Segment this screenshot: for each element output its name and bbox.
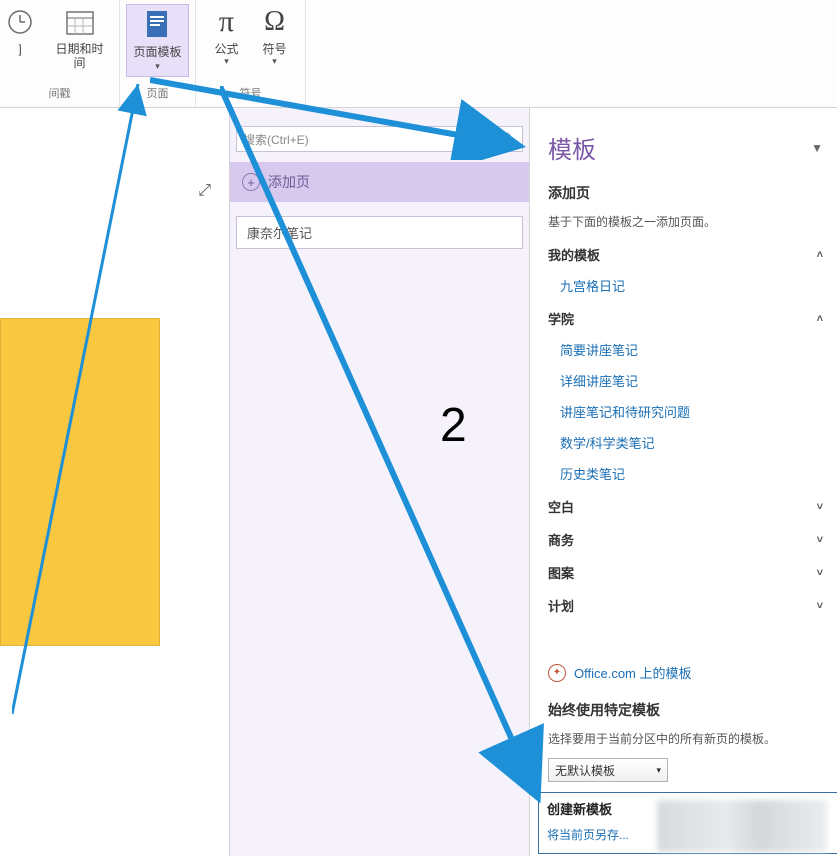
- chevron-down-icon: ▾: [272, 56, 277, 67]
- category-business[interactable]: 商务 ˅: [548, 530, 823, 549]
- annotation-number: 2: [440, 398, 467, 453]
- office-templates-link[interactable]: ✦ Office.com 上的模板: [548, 663, 823, 682]
- default-template-value: 无默认模板: [555, 762, 615, 779]
- chevron-down-icon: ˅: [817, 501, 823, 513]
- search-icon: 🔍: [501, 132, 516, 146]
- ribbon-group-timestamp: ] 日期和时间 间戳: [0, 0, 120, 107]
- category-academic-label: 学院: [548, 309, 574, 328]
- chevron-up-icon: ˄: [817, 313, 823, 325]
- symbol-label: 符号: [262, 42, 286, 56]
- default-template-select[interactable]: 无默认模板 ▾: [548, 758, 668, 782]
- template-link[interactable]: 详细讲座笔记: [548, 371, 823, 390]
- chevron-down-icon: ▾: [224, 56, 229, 67]
- page-template-icon: [141, 9, 173, 41]
- calendar-icon: [64, 6, 96, 38]
- chevron-down-icon[interactable]: ▼: [811, 141, 823, 155]
- chevron-up-icon: ˄: [817, 249, 823, 261]
- expand-icon[interactable]: ⤢: [198, 182, 211, 200]
- omega-icon: Ω: [259, 6, 291, 38]
- time-label: ]: [18, 42, 21, 56]
- category-pattern-label: 图案: [548, 563, 574, 582]
- template-link[interactable]: 简要讲座笔记: [548, 340, 823, 359]
- category-plan[interactable]: 计划 ˅: [548, 596, 823, 615]
- category-blank[interactable]: 空白 ˅: [548, 497, 823, 516]
- equation-button[interactable]: π 公式 ▾: [203, 4, 251, 69]
- default-template-heading: 始终使用特定模板: [548, 700, 823, 720]
- page-item[interactable]: 康奈尔笔记: [236, 216, 523, 249]
- save-current-page-link[interactable]: 将当前页另存...: [547, 826, 629, 843]
- search-input[interactable]: 搜索(Ctrl+E) 🔍: [236, 126, 523, 152]
- category-my-label: 我的模板: [548, 245, 600, 264]
- datetime-button[interactable]: 日期和时间: [44, 4, 115, 72]
- page-template-label: 页面模板: [133, 45, 181, 59]
- category-plan-label: 计划: [548, 596, 574, 615]
- category-my-templates[interactable]: 我的模板 ˄: [548, 245, 823, 264]
- create-template-box: 创建新模板 将当前页另存...: [538, 792, 837, 854]
- page-template-button[interactable]: 页面模板 ▾: [126, 4, 188, 77]
- category-business-label: 商务: [548, 530, 574, 549]
- template-link[interactable]: 数学/科学类笔记: [548, 433, 823, 452]
- ribbon-group-symbol: π 公式 ▾ Ω 符号 ▾ 符号: [196, 0, 306, 107]
- category-pattern[interactable]: 图案 ˅: [548, 563, 823, 582]
- create-template-heading: 创建新模板: [547, 799, 837, 818]
- group-symbol-label: 符号: [240, 83, 262, 105]
- chevron-down-icon: ▾: [155, 61, 160, 72]
- section-add-page: 添加页: [548, 183, 823, 203]
- templates-panel: 模板 ▼ 添加页 基于下面的模板之一添加页面。 我的模板 ˄ 九宫格日记 学院 …: [530, 108, 837, 856]
- chevron-down-icon: ˅: [817, 567, 823, 579]
- chevron-down-icon: ▾: [656, 765, 661, 776]
- canvas-column: ⤢: [0, 108, 230, 856]
- category-academic[interactable]: 学院 ˄: [548, 309, 823, 328]
- symbol-button[interactable]: Ω 符号 ▾: [251, 4, 299, 69]
- template-link[interactable]: 历史类笔记: [548, 464, 823, 483]
- pages-column: 搜索(Ctrl+E) 🔍 + 添加页 康奈尔笔记 2: [230, 108, 530, 856]
- ribbon: ] 日期和时间 间戳 页面模板 ▾ 页面 π: [0, 0, 837, 108]
- add-page-label: 添加页: [268, 172, 310, 192]
- add-page-button[interactable]: + 添加页: [230, 162, 529, 202]
- chevron-down-icon: ˅: [817, 534, 823, 546]
- office-link-label: Office.com 上的模板: [574, 663, 692, 682]
- group-page-label: 页面: [147, 83, 169, 105]
- clock-icon: [4, 6, 36, 38]
- templates-title: 模板: [548, 130, 596, 165]
- ribbon-group-page: 页面模板 ▾ 页面: [120, 0, 196, 107]
- plus-icon: +: [242, 173, 260, 191]
- add-page-description: 基于下面的模板之一添加页面。: [548, 213, 823, 231]
- group-timestamp-label: 间戳: [49, 83, 71, 105]
- template-link[interactable]: 九宫格日记: [548, 276, 823, 295]
- templates-title-row: 模板 ▼: [548, 130, 823, 165]
- yellow-note[interactable]: [0, 318, 160, 646]
- equation-label: 公式: [214, 42, 238, 56]
- main: ⤢ 搜索(Ctrl+E) 🔍 + 添加页 康奈尔笔记 2 模板 ▼ 添加页 基于…: [0, 108, 837, 856]
- datetime-label: 日期和时间: [52, 42, 107, 70]
- pi-icon: π: [211, 6, 243, 38]
- time-button[interactable]: ]: [0, 4, 44, 58]
- chevron-down-icon: ˅: [817, 600, 823, 612]
- template-link[interactable]: 讲座笔记和待研究问题: [548, 402, 823, 421]
- category-blank-label: 空白: [548, 497, 574, 516]
- search-placeholder: 搜索(Ctrl+E): [243, 131, 309, 148]
- default-template-description: 选择要用于当前分区中的所有新页的模板。: [548, 730, 823, 748]
- globe-icon: ✦: [548, 664, 566, 682]
